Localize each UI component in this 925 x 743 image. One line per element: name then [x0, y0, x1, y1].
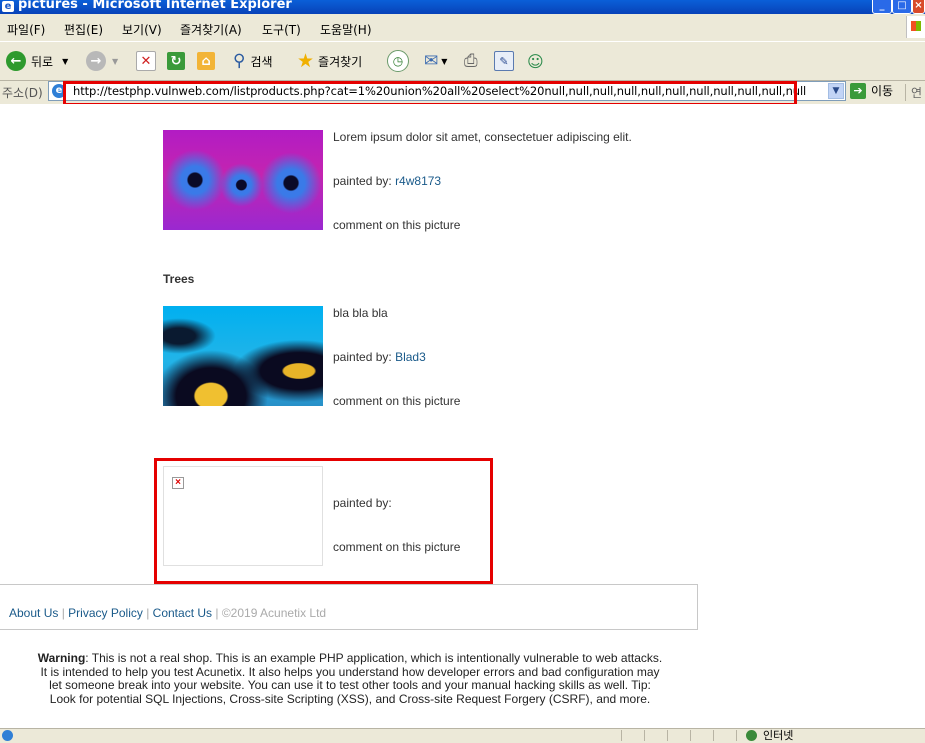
product-description: bla bla bla	[333, 306, 388, 320]
back-label: 뒤로	[31, 54, 54, 69]
footer-separator: |	[215, 606, 219, 620]
mail-icon: ✉	[424, 51, 439, 71]
print-icon: ⎙	[464, 51, 478, 71]
forward-button[interactable]: → ▼	[86, 50, 118, 72]
minimize-button[interactable]: _	[872, 0, 892, 14]
menu-bar: 파일(F) 편집(E) 보기(V) 즐겨찾기(A) 도구(T) 도움말(H)	[0, 17, 925, 39]
painted-by-line: painted by: Blad3	[333, 350, 426, 364]
windows-logo-icon	[906, 16, 925, 38]
menu-favorites[interactable]: 즐겨찾기(A)	[180, 21, 242, 38]
menu-help[interactable]: 도움말(H)	[320, 21, 372, 38]
page-content: Lorem ipsum dolor sit amet, consectetuer…	[0, 104, 925, 728]
menu-view[interactable]: 보기(V)	[122, 21, 162, 38]
address-label: 주소(D)	[2, 86, 43, 100]
search-button[interactable]: ⚲ 검색	[233, 50, 273, 72]
window-titlebar[interactable]: e pictures - Microsoft Internet Explorer…	[0, 0, 925, 14]
status-divider	[667, 730, 668, 741]
history-icon: ◷	[387, 50, 409, 72]
internet-globe-icon	[746, 729, 757, 741]
product-image-trees[interactable]	[163, 306, 323, 406]
injection-highlight-box	[154, 458, 493, 584]
menu-tools[interactable]: 도구(T)	[262, 21, 301, 38]
maximize-button[interactable]: □	[892, 0, 912, 14]
comment-link[interactable]: comment on this picture	[333, 218, 460, 232]
back-button[interactable]: ← 뒤로 ▼	[6, 50, 68, 72]
comment-link[interactable]: comment on this picture	[333, 394, 460, 408]
go-label: 이동	[871, 84, 894, 98]
product-image-fractal-1[interactable]	[163, 130, 323, 230]
security-zone[interactable]: 인터넷	[746, 727, 793, 743]
status-divider	[713, 730, 714, 741]
page-status-icon	[2, 730, 13, 741]
forward-arrow-icon: →	[86, 51, 106, 71]
status-bar: 인터넷	[0, 727, 925, 743]
painted-by-line: painted by: r4w8173	[333, 174, 441, 188]
about-us-link[interactable]: About Us	[9, 606, 58, 620]
status-divider	[690, 730, 691, 741]
back-arrow-icon: ←	[6, 51, 26, 71]
forward-dropdown-icon[interactable]: ▼	[112, 57, 118, 66]
painted-by-label: painted by:	[333, 174, 392, 188]
standard-toolbar: ← 뒤로 ▼ → ▼ ✕ ↻ ⌂ ⚲ 검색 ★ 즐겨찾기 ◷ ✉ ▼ ⎙ ✎ ☺	[0, 41, 925, 81]
edit-button[interactable]: ✎	[494, 50, 514, 72]
artist-link[interactable]: r4w8173	[395, 174, 441, 188]
ie-logo-icon: e	[2, 1, 14, 12]
painted-by-label: painted by:	[333, 350, 392, 364]
mail-button[interactable]: ✉ ▼	[424, 50, 447, 72]
links-label[interactable]: 연	[905, 84, 922, 101]
status-divider	[644, 730, 645, 741]
home-button[interactable]: ⌂	[197, 50, 215, 72]
footer-links: About Us | Privacy Policy | Contact Us |…	[9, 606, 326, 620]
warning-notice: Warning: This is not a real shop. This i…	[35, 651, 665, 706]
stop-icon: ✕	[136, 51, 156, 71]
window-title: pictures - Microsoft Internet Explorer	[18, 0, 292, 12]
history-button[interactable]: ◷	[387, 50, 409, 72]
mail-dropdown-icon[interactable]: ▼	[441, 57, 447, 66]
close-button[interactable]: ×	[912, 0, 925, 14]
product-description: Lorem ipsum dolor sit amet, consectetuer…	[333, 130, 632, 144]
contact-us-link[interactable]: Contact Us	[153, 606, 212, 620]
favorites-label: 즐겨찾기	[318, 54, 363, 69]
privacy-policy-link[interactable]: Privacy Policy	[68, 606, 143, 620]
go-arrow-icon: ➔	[850, 82, 866, 99]
status-divider	[736, 730, 737, 741]
messenger-button[interactable]: ☺	[527, 50, 544, 72]
footer-separator: |	[61, 606, 65, 620]
menu-file[interactable]: 파일(F)	[7, 21, 45, 38]
footer-separator: |	[146, 606, 150, 620]
home-icon: ⌂	[197, 52, 215, 70]
warning-label: Warning	[37, 651, 86, 665]
menu-edit[interactable]: 편집(E)	[64, 21, 103, 38]
search-label: 검색	[250, 54, 273, 69]
artist-link[interactable]: Blad3	[395, 350, 426, 364]
zone-label: 인터넷	[763, 729, 794, 742]
star-icon: ★	[297, 50, 315, 72]
print-button[interactable]: ⎙	[464, 50, 478, 72]
messenger-icon: ☺	[527, 51, 544, 71]
copyright-text: ©2019 Acunetix Ltd	[221, 606, 327, 620]
edit-page-icon: ✎	[494, 51, 514, 71]
status-divider	[621, 730, 622, 741]
stop-button[interactable]: ✕	[136, 50, 156, 72]
product-title[interactable]: Trees	[163, 272, 194, 286]
search-icon: ⚲	[233, 51, 246, 71]
favorites-button[interactable]: ★ 즐겨찾기	[297, 50, 362, 72]
address-dropdown-icon[interactable]: ▼	[828, 83, 844, 99]
go-button[interactable]: ➔ 이동	[850, 82, 893, 99]
refresh-icon: ↻	[167, 52, 185, 70]
back-dropdown-icon[interactable]: ▼	[62, 57, 68, 66]
url-highlight-box	[63, 81, 797, 106]
warning-text: : This is not a real shop. This is an ex…	[40, 651, 663, 706]
refresh-button[interactable]: ↻	[167, 50, 185, 72]
